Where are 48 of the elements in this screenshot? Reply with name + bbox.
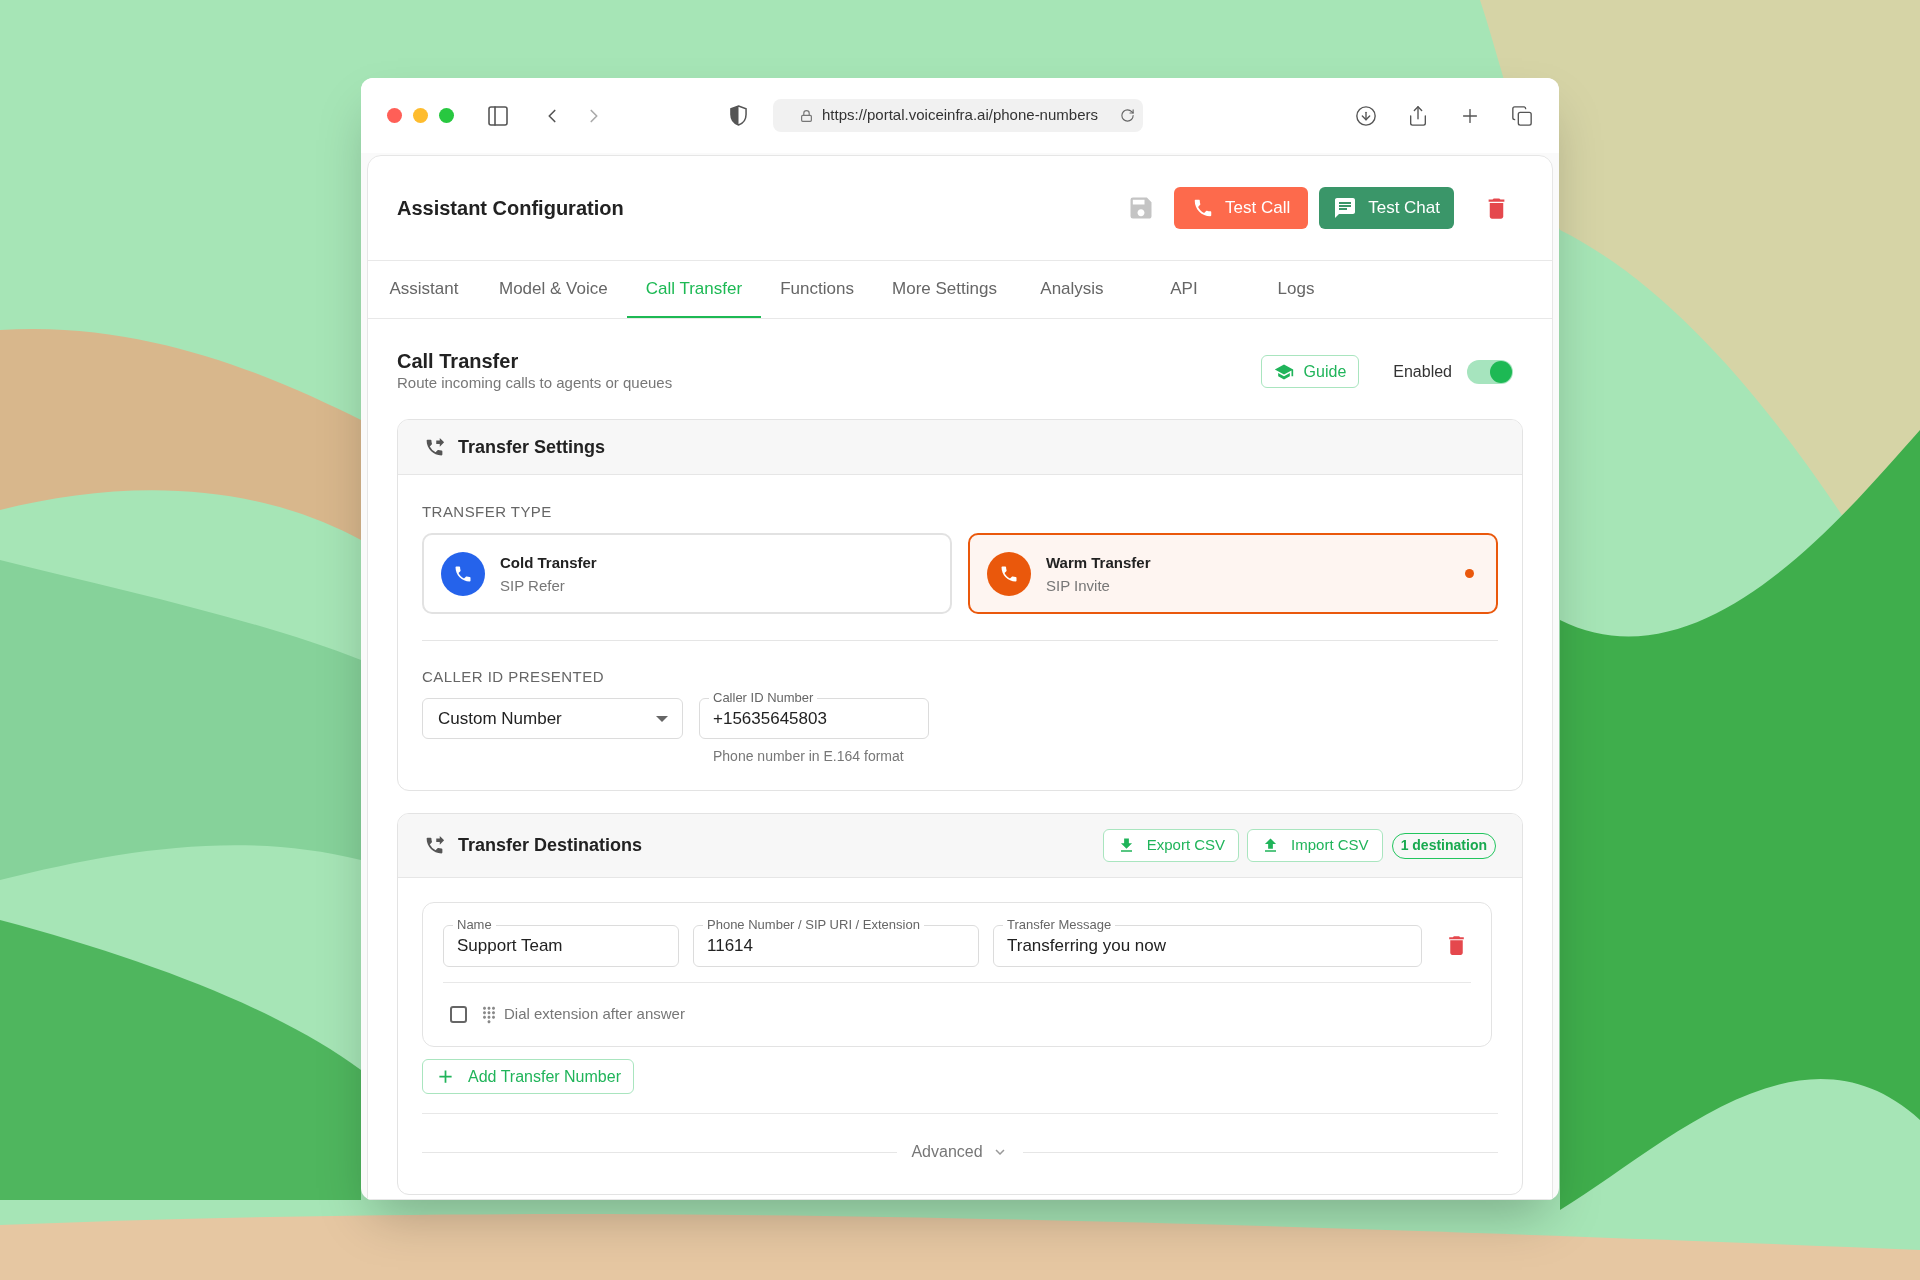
helper-text: Phone number in E.164 format <box>712 747 905 765</box>
field-label: Phone Number / SIP URI / Extension <box>703 917 924 932</box>
option-subtitle: SIP Refer <box>500 575 566 595</box>
dialpad-icon <box>480 1005 498 1024</box>
toggle-label: Enabled <box>1393 361 1452 382</box>
tabs-overview-icon[interactable] <box>1511 104 1533 127</box>
section-label: TRANSFER TYPE <box>422 503 552 521</box>
chat-icon <box>1333 196 1358 220</box>
shield-icon[interactable] <box>730 105 747 126</box>
section-title: Call Transfer <box>397 349 520 373</box>
card-title: Transfer Settings <box>458 435 606 459</box>
advanced-toggle[interactable]: Advanced <box>911 1140 1009 1164</box>
tab[interactable]: Assistant <box>368 261 480 318</box>
section-label: CALLER ID PRESENTED <box>422 668 604 686</box>
caret-icon <box>656 715 668 722</box>
address-bar[interactable]: https://portal.voiceinfra.ai/phone-numbers <box>773 99 1143 132</box>
tab[interactable]: Analysis <box>1015 261 1128 318</box>
reload-icon[interactable] <box>1120 108 1135 123</box>
checkbox[interactable] <box>450 1006 467 1023</box>
phone-arrow-icon <box>424 835 445 856</box>
card-title: Transfer Destinations <box>458 834 643 857</box>
tab[interactable]: Model & Voice <box>480 261 627 318</box>
zoom-icon[interactable] <box>439 108 454 123</box>
field-label: Transfer Message <box>1003 917 1116 932</box>
lock-icon <box>800 108 813 123</box>
tab[interactable]: API <box>1127 261 1240 318</box>
share-icon[interactable] <box>1407 104 1429 127</box>
option-title: Cold Transfer <box>500 552 597 572</box>
transfer-type-option[interactable]: Warm Transfer SIP Invite <box>968 533 1498 614</box>
phone-arrow-icon <box>424 436 445 458</box>
caller-id-select[interactable]: Custom Number <box>422 698 683 739</box>
section-subtitle: Route incoming calls to agents or queues <box>397 374 673 392</box>
option-subtitle: SIP Invite <box>1046 575 1111 595</box>
checkbox-label: Dial extension after answer <box>504 1004 685 1025</box>
field-label: Name <box>453 917 496 932</box>
page-title: Assistant Configuration <box>397 196 624 221</box>
phone-icon <box>1192 197 1214 219</box>
tab[interactable]: Functions <box>761 261 874 318</box>
download-icon[interactable] <box>1355 104 1377 127</box>
transfer-type-option[interactable]: Cold Transfer SIP Refer <box>422 533 952 614</box>
chat-button[interactable]: Test Chat <box>1319 187 1454 229</box>
field-label: Caller ID Number <box>709 690 818 705</box>
tab[interactable]: Logs <box>1239 261 1352 318</box>
close-icon[interactable] <box>387 108 402 123</box>
enabled-toggle[interactable] <box>1467 359 1513 384</box>
option-title: Warm Transfer <box>1046 552 1151 572</box>
tab[interactable]: More Settings <box>873 261 1016 318</box>
sidebar-icon[interactable] <box>486 103 510 128</box>
